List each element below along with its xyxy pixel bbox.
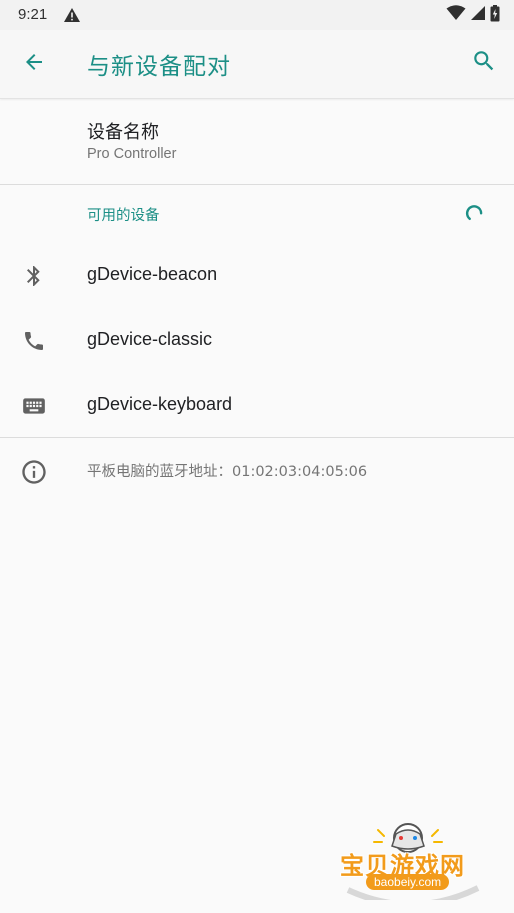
wifi-icon: [446, 5, 466, 25]
phone-icon: [20, 327, 48, 355]
status-time: 9:21: [18, 6, 48, 23]
alert-icon: [63, 7, 81, 23]
bluetooth-icon: [20, 262, 48, 290]
back-button[interactable]: [18, 48, 50, 80]
status-bar: 9:21: [0, 0, 514, 30]
keyboard-icon: [20, 392, 48, 420]
device-name-value: Pro Controller: [87, 146, 177, 162]
arrow-back-icon: [22, 50, 46, 78]
device-item-label: gDevice-keyboard: [87, 394, 233, 414]
device-item-keyboard[interactable]: gDevice-keyboard: [0, 374, 514, 438]
watermark-logo: 宝贝游戏网 baobeiy.com: [338, 820, 488, 900]
search-button[interactable]: [468, 47, 500, 79]
loading-spinner-icon: [464, 203, 484, 223]
available-devices-header: 可用的设备: [87, 208, 160, 224]
signal-icon: [470, 5, 486, 25]
device-item-label: gDevice-classic: [87, 329, 213, 349]
page-title: 与新设备配对: [87, 54, 231, 80]
app-bar: 与新设备配对: [0, 30, 514, 99]
device-item-classic[interactable]: gDevice-classic: [0, 309, 514, 373]
divider: [0, 184, 514, 185]
battery-icon: [490, 4, 500, 26]
bluetooth-address-info: 平板电脑的蓝牙地址：01:02:03:04:05:06: [0, 440, 514, 500]
status-icons: [446, 4, 500, 26]
search-icon: [471, 48, 497, 78]
device-name-title: 设备名称: [87, 122, 159, 143]
bluetooth-address-text: 平板电脑的蓝牙地址：01:02:03:04:05:06: [87, 464, 368, 480]
info-icon: [20, 458, 48, 486]
device-item-beacon[interactable]: gDevice-beacon: [0, 244, 514, 308]
divider: [0, 437, 514, 438]
device-name-setting[interactable]: 设备名称 Pro Controller: [0, 99, 514, 184]
device-item-label: gDevice-beacon: [87, 264, 218, 284]
watermark-url: baobeiy.com: [366, 874, 450, 890]
